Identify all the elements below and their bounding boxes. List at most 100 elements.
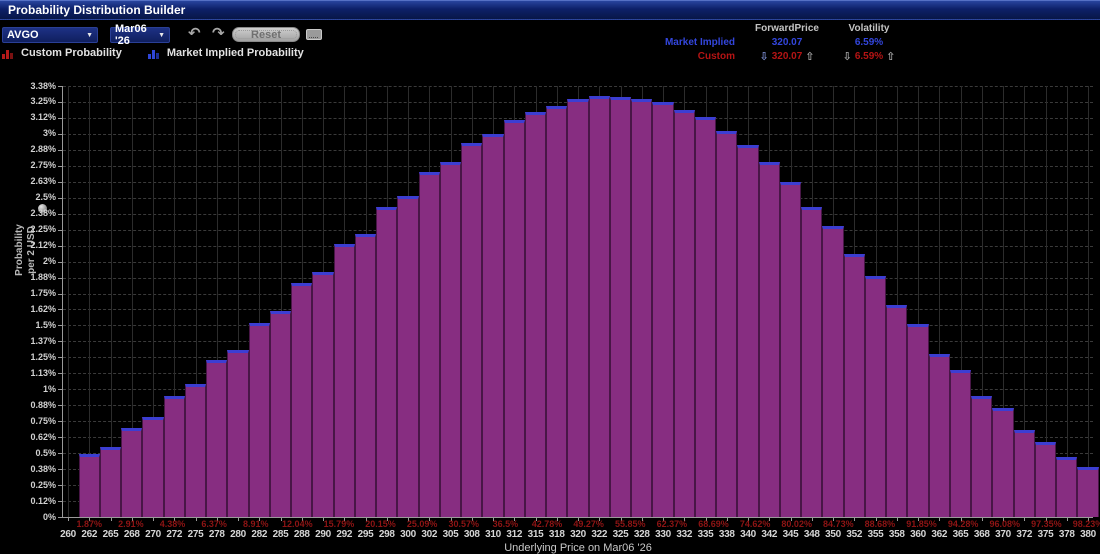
y-tick-mark bbox=[58, 485, 62, 487]
cumulative-probability-label: 55.85% bbox=[614, 519, 646, 529]
forward-price-decrease-button[interactable]: ⇩ bbox=[759, 51, 768, 62]
probability-bar[interactable] bbox=[631, 99, 653, 517]
probability-bar[interactable] bbox=[843, 253, 865, 517]
probability-bar[interactable] bbox=[1077, 467, 1099, 517]
probability-bar[interactable] bbox=[248, 322, 270, 517]
probability-bar[interactable] bbox=[184, 384, 207, 517]
chevron-down-icon: ▼ bbox=[86, 31, 93, 39]
y-tick-mark bbox=[58, 181, 62, 183]
y-tick-mark bbox=[58, 86, 62, 87]
y-tick-label: 1.75% bbox=[30, 288, 56, 299]
custom-forward-value[interactable]: 320.07 bbox=[772, 51, 803, 62]
y-tick-label: 0.25% bbox=[30, 479, 56, 490]
probability-bar[interactable] bbox=[737, 145, 759, 517]
expiry-dropdown[interactable]: Mar06 '26 ▼ bbox=[110, 23, 170, 47]
probability-bar[interactable] bbox=[673, 109, 695, 517]
probability-bar[interactable] bbox=[142, 417, 164, 517]
forward-price-increase-button[interactable]: ⇧ bbox=[805, 51, 814, 62]
cumulative-probability-label: 88.68% bbox=[864, 519, 896, 529]
probability-bar[interactable] bbox=[716, 131, 738, 517]
expiry-value: Mar06 '26 bbox=[115, 23, 147, 47]
y-tick-mark bbox=[58, 325, 62, 327]
params-table: ForwardPrice Volatility Market Implied 3… bbox=[640, 22, 905, 64]
probability-bar[interactable] bbox=[694, 117, 717, 517]
market-forward-value: 320.07 bbox=[771, 37, 803, 48]
probability-bar[interactable] bbox=[291, 283, 313, 517]
cumulative-probability-label: 68.69% bbox=[698, 519, 729, 529]
volatility-decrease-button[interactable]: ⇩ bbox=[843, 51, 852, 62]
probability-bar[interactable] bbox=[546, 105, 568, 517]
probability-bar[interactable] bbox=[1013, 430, 1035, 517]
probability-bar[interactable] bbox=[121, 427, 143, 517]
probability-bar[interactable] bbox=[822, 225, 844, 517]
probability-bar[interactable] bbox=[1056, 456, 1078, 517]
volatility-increase-button[interactable]: ⇧ bbox=[886, 51, 895, 62]
cumulative-probability-label: 15.79% bbox=[323, 519, 355, 529]
probability-bar[interactable] bbox=[333, 243, 355, 517]
probability-bar[interactable] bbox=[397, 196, 419, 517]
probability-bar[interactable] bbox=[376, 206, 398, 517]
probability-bar[interactable] bbox=[609, 96, 632, 517]
probability-bar[interactable] bbox=[439, 161, 462, 517]
cumulative-probability-label: 97.35% bbox=[1031, 519, 1062, 529]
reset-button[interactable]: Reset bbox=[232, 27, 300, 42]
redo-icon[interactable]: ↷ bbox=[212, 26, 225, 41]
cumulative-probability-label: 80.02% bbox=[781, 519, 812, 529]
undo-icon[interactable]: ↶ bbox=[188, 26, 201, 41]
probability-bar[interactable] bbox=[99, 446, 122, 517]
probability-bar[interactable] bbox=[354, 233, 377, 517]
probability-bar[interactable] bbox=[78, 454, 100, 517]
probability-bar[interactable] bbox=[206, 359, 228, 517]
probability-bar[interactable] bbox=[567, 99, 589, 517]
probability-bar[interactable] bbox=[1034, 441, 1057, 517]
symbol-dropdown[interactable]: AVGO ▼ bbox=[2, 27, 98, 43]
probability-bar[interactable] bbox=[227, 349, 249, 517]
y-tick-label: 1.25% bbox=[30, 351, 56, 362]
probability-bar[interactable] bbox=[886, 305, 908, 517]
cumulative-probability-label: 96.08% bbox=[989, 519, 1021, 529]
probability-bar[interactable] bbox=[418, 172, 440, 517]
y-tick-mark bbox=[58, 293, 62, 295]
y-tick-mark bbox=[58, 245, 62, 247]
probability-bar[interactable] bbox=[928, 353, 950, 517]
probability-bar[interactable] bbox=[461, 142, 483, 517]
legend-market-label: Market Implied Probability bbox=[166, 47, 304, 59]
cumulative-probability-label: 8.91% bbox=[242, 519, 269, 529]
y-tick-mark bbox=[58, 165, 62, 167]
probability-bar[interactable] bbox=[971, 395, 993, 517]
custom-row: Custom ⇩ 320.07 ⇧ ⇩ 6.59% ⇧ bbox=[640, 50, 905, 63]
probability-bar[interactable] bbox=[312, 271, 334, 517]
probability-bar[interactable] bbox=[588, 95, 610, 517]
y-tick-mark bbox=[58, 213, 62, 215]
probability-bar[interactable] bbox=[949, 370, 972, 517]
probability-bar[interactable] bbox=[864, 275, 887, 517]
custom-vol-value[interactable]: 6.59% bbox=[855, 51, 883, 62]
y-tick-label: 0.75% bbox=[30, 415, 56, 426]
cumulative-probability-label: 30.57% bbox=[448, 519, 480, 529]
message-icon[interactable] bbox=[306, 29, 322, 40]
probability-bar[interactable] bbox=[652, 101, 674, 517]
probability-bar[interactable] bbox=[758, 161, 780, 517]
probability-bar[interactable] bbox=[779, 182, 802, 517]
probability-bar[interactable] bbox=[163, 395, 185, 517]
y-tick-mark bbox=[58, 277, 62, 279]
y-tick-label: 1.88% bbox=[30, 272, 56, 283]
y-tick-label: 0.12% bbox=[30, 495, 56, 506]
forward-price-header: ForwardPrice bbox=[755, 23, 819, 34]
probability-bar[interactable] bbox=[503, 119, 525, 517]
y-tick-label: 1.13% bbox=[30, 367, 56, 378]
probability-bar[interactable] bbox=[269, 311, 292, 517]
cumulative-probability-label: 42.78% bbox=[531, 519, 563, 529]
cumulative-probability-label: 74.62% bbox=[739, 519, 771, 529]
symbol-value: AVGO bbox=[7, 29, 39, 41]
cumulative-probability-label: 36.5% bbox=[492, 519, 519, 529]
probability-bar[interactable] bbox=[524, 112, 547, 517]
legend: Custom Probability Market Implied Probab… bbox=[2, 47, 304, 59]
market-vol-value: 6.59% bbox=[854, 37, 884, 48]
probability-bar[interactable] bbox=[907, 324, 929, 517]
probability-bar[interactable] bbox=[482, 133, 504, 517]
probability-bar[interactable] bbox=[801, 206, 823, 517]
y-tick-label: 1.62% bbox=[30, 303, 56, 314]
probability-bar[interactable] bbox=[992, 408, 1014, 517]
y-tick-mark bbox=[58, 405, 62, 407]
